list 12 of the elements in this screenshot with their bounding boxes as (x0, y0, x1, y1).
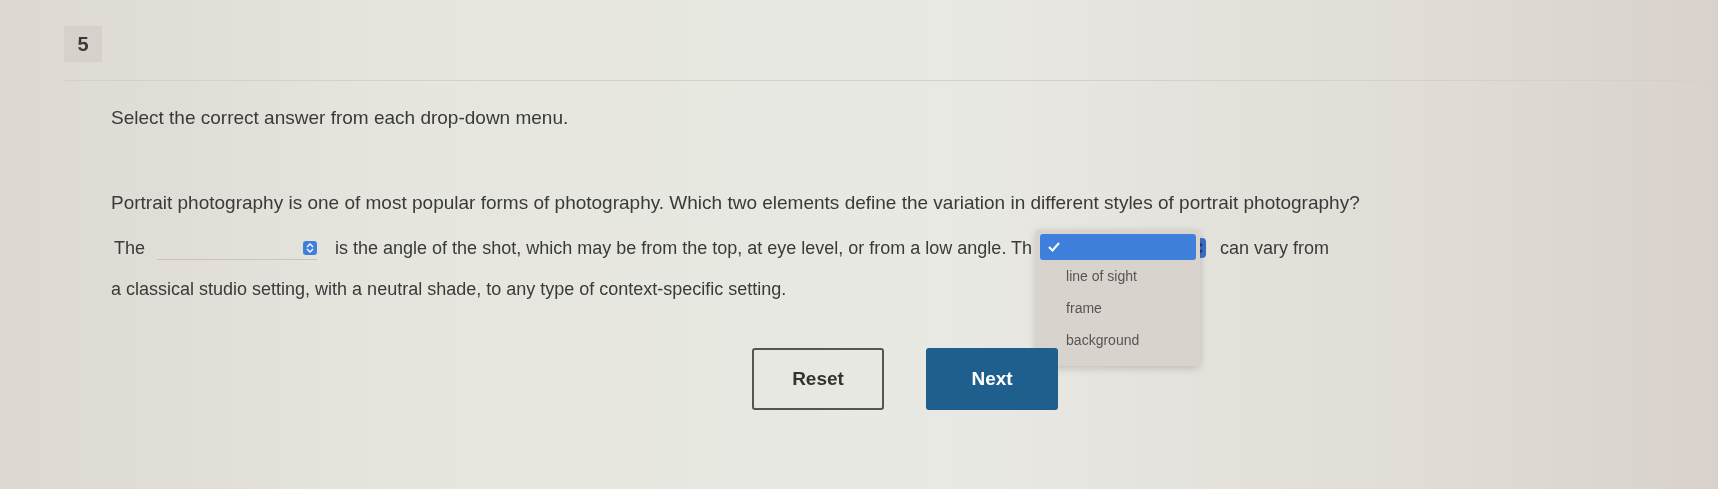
passage-text: can vary from (1220, 237, 1330, 259)
question-number: 5 (64, 26, 102, 62)
menu-item[interactable]: line of sight (1040, 260, 1197, 292)
next-button[interactable]: Next (926, 348, 1058, 410)
question-text: Portrait photography is one of most popular forms of photography. Which two elements define the variation in different styles of portrait photography? (111, 192, 1360, 214)
instruction-text: Select the correct answer from each drop-down menu. (111, 107, 569, 129)
dropdown-arrows-icon (303, 240, 318, 255)
passage-text: The (114, 237, 146, 259)
reset-button[interactable]: Reset (752, 348, 884, 410)
menu-item[interactable]: frame (1040, 292, 1197, 324)
passage-text: is the angle of the shot, which may be from the top, at eye level, or from a low angle. Th (335, 237, 1033, 259)
passage-text: a classical studio setting, with a neutral shade, to any type of context-specific setting. (111, 279, 787, 300)
